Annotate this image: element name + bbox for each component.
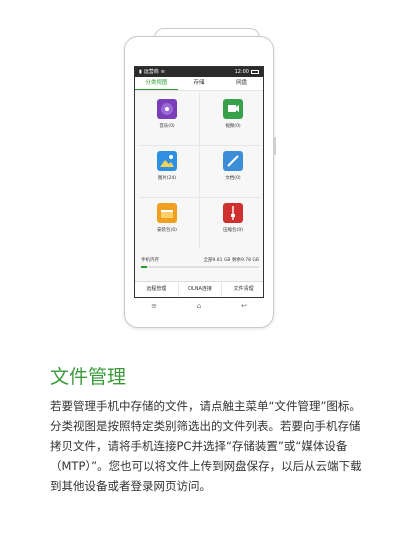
phone-screen: ▮ 运营商 ≋ 12:00 分类视图 存储 网盘 音乐(0) 视频(0) 图片(… <box>134 66 264 298</box>
video-icon <box>223 99 243 119</box>
side-button <box>273 137 276 155</box>
tab-category-view[interactable]: 分类视图 <box>135 77 178 90</box>
storage-usage-fill <box>141 266 147 268</box>
category-label: 安装包(0) <box>157 228 177 233</box>
category-label: 视频(0) <box>225 124 241 129</box>
signal-icon: ▮ <box>139 69 142 75</box>
picture-icon <box>157 151 177 171</box>
wifi-icon: ≋ <box>160 69 165 75</box>
status-bar: ▮ 运营商 ≋ 12:00 <box>135 67 263 77</box>
storage-label: 手机内存 <box>141 258 159 263</box>
archive-icon <box>223 203 243 223</box>
category-packages[interactable]: 安装包(0) <box>135 197 199 245</box>
navigation-keys: ≡ ⌂ ↩ <box>144 302 254 310</box>
storage-summary: 手机内存 全部9.81 GB 剩余9.78 GB <box>141 257 259 268</box>
storage-total: 全部9.81 GB <box>203 258 231 263</box>
category-label: 图片(24) <box>157 176 177 181</box>
tab-bar: 分类视图 存储 网盘 <box>135 77 263 91</box>
category-pictures[interactable]: 图片(24) <box>135 145 199 193</box>
file-clean-button[interactable]: 文件清理 <box>222 282 263 297</box>
status-time: 12:00 <box>234 69 249 75</box>
remote-manage-button[interactable]: 远程管理 <box>135 282 179 297</box>
back-key-icon[interactable]: ↩ <box>234 302 254 310</box>
package-icon <box>157 203 177 223</box>
storage-usage-bar <box>141 266 259 268</box>
storage-remaining: 剩余9.78 GB <box>231 258 259 263</box>
music-icon <box>157 99 177 119</box>
grid-divider <box>199 93 200 249</box>
category-label: 压缩包(0) <box>223 228 243 233</box>
dlna-connect-button[interactable]: DLNA连接 <box>179 282 223 297</box>
document-icon <box>223 151 243 171</box>
menu-key-icon[interactable]: ≡ <box>144 302 164 310</box>
carrier-label: 运营商 <box>143 69 159 75</box>
battery-icon <box>251 70 259 74</box>
category-video[interactable]: 视频(0) <box>201 93 263 141</box>
bottom-toolbar: 远程管理 DLNA连接 文件清理 <box>135 281 263 297</box>
tab-cloud-disk[interactable]: 网盘 <box>220 77 263 90</box>
category-music[interactable]: 音乐(0) <box>135 93 199 141</box>
category-documents[interactable]: 文档(0) <box>201 145 263 193</box>
description-text: 若要管理手机中存储的文件，请点触主菜单“文件管理”图标。分类视图是按照特定类别筛… <box>50 399 362 493</box>
home-key-icon[interactable]: ⌂ <box>189 302 209 310</box>
category-label: 文档(0) <box>225 176 241 181</box>
category-archives[interactable]: 压缩包(0) <box>201 197 263 245</box>
phone-illustration: ▮ 运营商 ≋ 12:00 分类视图 存储 网盘 音乐(0) 视频(0) 图片(… <box>124 28 276 328</box>
page-title: 文件管理 <box>50 366 127 388</box>
tab-storage[interactable]: 存储 <box>178 77 221 90</box>
category-label: 音乐(0) <box>159 124 175 129</box>
